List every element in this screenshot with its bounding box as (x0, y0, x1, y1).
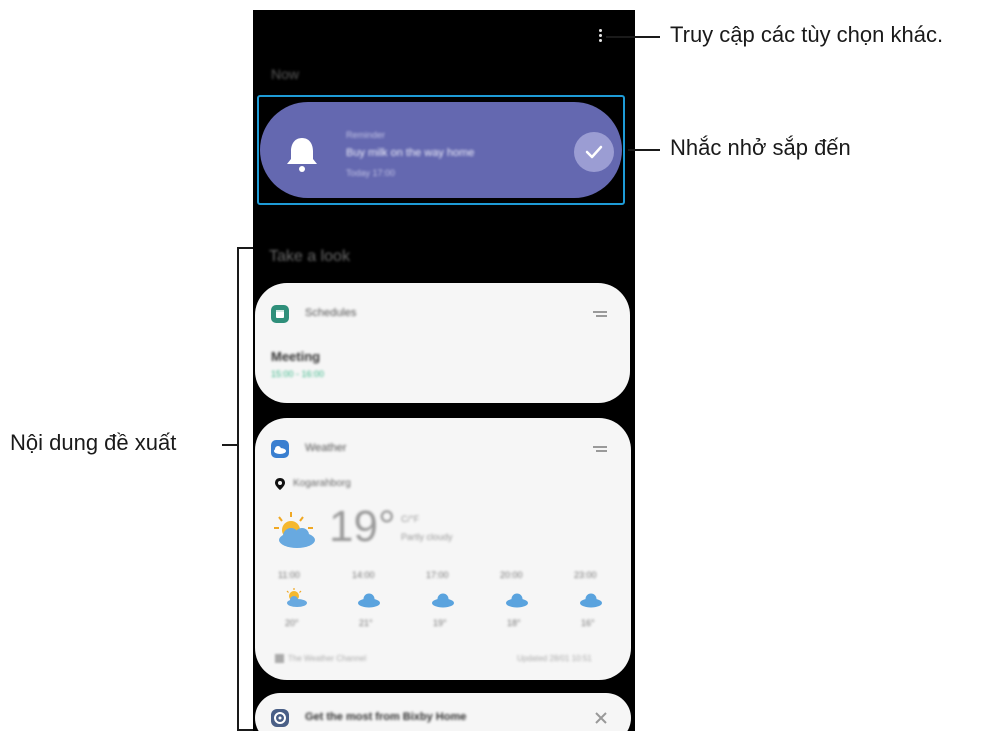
bixby-tip-card[interactable]: Get the most from Bixby Home (255, 693, 631, 731)
drag-handle-icon[interactable] (593, 446, 607, 452)
weather-provider: The Weather Channel (288, 654, 367, 663)
reminder-label: Reminder (346, 130, 386, 140)
hour-label: 20:00 (500, 570, 523, 580)
location-pin-icon (275, 478, 285, 490)
reminder-title: Buy milk on the way home (346, 147, 475, 159)
weather-updated: Updated 28/01 10:51 (517, 654, 592, 663)
close-icon[interactable] (595, 712, 607, 724)
hour-temperature: 21° (359, 618, 373, 628)
weather-card[interactable]: Weather Kogarahborg 19° C/°F Partly clou… (255, 418, 631, 680)
weather-location: Kogarahborg (293, 478, 351, 489)
hour-label: 17:00 (426, 570, 449, 580)
weather-condition: Partly cloudy (401, 532, 453, 542)
section-now-heading: Now (271, 66, 300, 82)
check-icon (585, 145, 603, 159)
callout-suggested-content: Nội dung đề xuất (10, 430, 177, 455)
cloud-icon (358, 593, 380, 608)
tip-title: Get the most from Bixby Home (305, 711, 467, 723)
callout-line-more-options (606, 36, 660, 38)
schedules-card[interactable]: Schedules Meeting 15:00 - 16:00 (255, 283, 630, 403)
reminder-card[interactable]: Reminder Buy milk on the way home Today … (260, 102, 622, 198)
hour-label: 14:00 (352, 570, 375, 580)
weather-app-icon (271, 440, 289, 458)
drag-handle-icon[interactable] (593, 311, 607, 317)
hour-label: 11:00 (278, 570, 300, 580)
hour-temperature: 19° (433, 618, 447, 628)
section-take-a-look-heading: Take a look (269, 248, 350, 265)
more-options-icon[interactable] (598, 29, 604, 43)
weather-title: Weather (305, 442, 347, 454)
calendar-icon (271, 305, 289, 323)
schedule-event-time: 15:00 - 16:00 (271, 369, 325, 379)
schedules-title: Schedules (305, 307, 357, 319)
reminder-time: Today 17:00 (346, 168, 396, 178)
partly-sunny-icon (274, 512, 315, 548)
callout-line-reminder (628, 149, 660, 151)
schedule-event-title: Meeting (271, 349, 321, 364)
callout-more-options: Truy cập các tùy chọn khác. (670, 22, 944, 47)
provider-logo (275, 654, 284, 663)
callout-reminder: Nhắc nhở sắp đến (670, 135, 851, 160)
settings-gear-icon (271, 709, 289, 727)
hour-temperature: 20° (285, 618, 299, 628)
bell-icon (287, 138, 317, 172)
partly-sunny-icon (286, 588, 307, 607)
cloud-icon (580, 593, 602, 608)
temperature-unit: C/°F (401, 514, 420, 524)
callout-bracket-vertical (237, 247, 239, 731)
hour-temperature: 16° (581, 618, 595, 628)
hour-label: 23:00 (574, 570, 597, 580)
cloud-icon (506, 593, 528, 608)
complete-reminder-button[interactable] (574, 132, 614, 172)
bixby-home-screen: Now Reminder Buy milk on the way home To… (253, 10, 635, 731)
callout-bracket-top (237, 247, 253, 249)
hour-temperature: 18° (507, 618, 521, 628)
cloud-icon (432, 593, 454, 608)
current-temperature: 19° (329, 502, 396, 551)
callout-line-suggested (222, 444, 237, 446)
